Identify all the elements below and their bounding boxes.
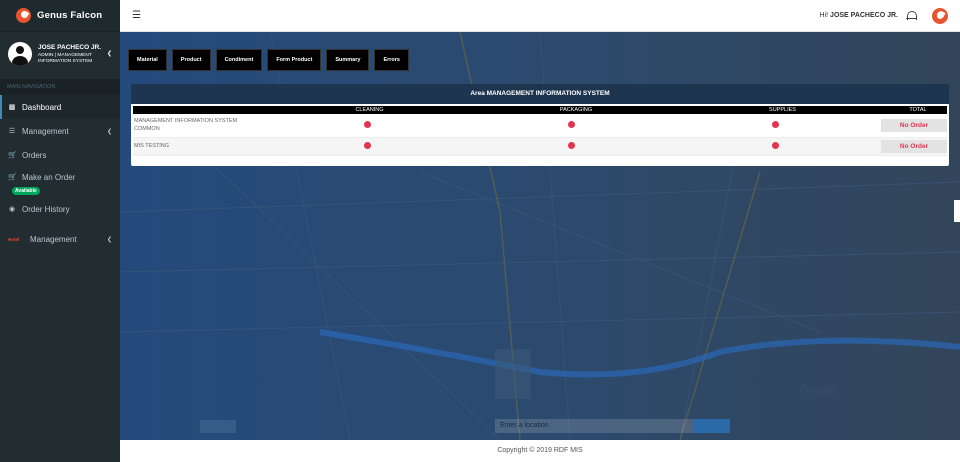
dashboard-icon: ▩ xyxy=(8,104,16,111)
avatar xyxy=(8,42,32,66)
tab-product[interactable]: Product xyxy=(171,49,211,71)
nav-section-header: MAIN NAVIGATION xyxy=(0,79,120,95)
status-dot-icon[interactable] xyxy=(772,121,780,128)
area-panel: Area MANAGEMENT INFORMATION SYSTEM CLEAN… xyxy=(131,84,949,166)
brand[interactable]: Genus Falcon xyxy=(0,0,120,32)
sidebar-item-label: Make an Order xyxy=(22,173,76,182)
side-toggle-tab[interactable] xyxy=(954,200,960,222)
user-panel: JOSE PACHECO JR. ADMIN | MANAGEMENT INFO… xyxy=(0,32,120,76)
table-header: CLEANING PACKAGING SUPPLIES TOTAL xyxy=(133,106,947,114)
sidebar-item-order-history[interactable]: ◉ Order History xyxy=(0,197,120,221)
hot-label-icon: Hotel xyxy=(8,236,20,242)
panel-title: Area MANAGEMENT INFORMATION SYSTEM xyxy=(131,84,949,104)
sidebar: Genus Falcon JOSE PACHECO JR. ADMIN | MA… xyxy=(0,0,120,462)
user-role: ADMIN | MANAGEMENT INFORMATION SYSTEM xyxy=(38,53,93,64)
falcon-logo-icon[interactable] xyxy=(932,7,948,24)
status-badge[interactable]: No Order xyxy=(881,140,948,153)
sidebar-item-label: Management xyxy=(22,126,69,136)
falcon-logo-icon xyxy=(16,8,31,23)
user-name: JOSE PACHECO JR. xyxy=(38,43,102,51)
footer: Copyright © 2019 RDF MIS xyxy=(120,440,960,462)
sidebar-item-orders[interactable]: 🛒 Orders xyxy=(0,143,120,167)
sidebar-item-make-order[interactable]: 🛒 Make an Order Available xyxy=(0,167,120,195)
column-header-packaging: PACKAGING xyxy=(559,107,593,113)
topbar: ☰ Hi! JOSE PACHECO JR. xyxy=(120,0,960,32)
tabs-row: Material Product Condiment Form Product … xyxy=(128,49,409,71)
map-search-input[interactable]: Enter a location xyxy=(495,419,695,433)
status-dot-icon[interactable] xyxy=(567,142,575,149)
table-row: MANAGEMENT INFORMATION SYSTEM COMMON No … xyxy=(133,114,948,138)
status-dot-icon[interactable] xyxy=(567,121,575,128)
status-badge[interactable]: No Order xyxy=(881,119,948,132)
tab-summary[interactable]: Summary xyxy=(326,49,370,71)
user-greeting: Hi! JOSE PACHECO JR. xyxy=(819,12,898,19)
map-control-button[interactable] xyxy=(200,420,236,433)
tab-condiment[interactable]: Condiment xyxy=(215,49,263,71)
sidebar-item-label: Order History xyxy=(22,204,70,214)
tab-material[interactable]: Material xyxy=(128,49,167,71)
bell-icon[interactable] xyxy=(906,10,917,21)
sidebar-item-label: Management xyxy=(30,234,77,244)
brand-name: Genus Falcon xyxy=(37,10,103,21)
cart-icon: 🛒 xyxy=(8,174,17,181)
status-dot-icon[interactable] xyxy=(363,142,371,149)
list-icon: ☰ xyxy=(8,128,16,135)
column-header-total: TOTAL xyxy=(909,107,927,113)
column-header xyxy=(133,106,263,114)
chevron-left-icon[interactable]: ❮ xyxy=(107,50,112,57)
sidebar-item-label: Dashboard xyxy=(22,102,62,112)
google-logo: Google xyxy=(800,384,836,396)
table-row: MIS TESTING No Order xyxy=(133,138,948,156)
sidebar-item-hotel-management[interactable]: Hotel Management ❮ xyxy=(0,227,120,251)
chevron-left-icon: ❮ xyxy=(106,128,112,135)
column-header-cleaning: CLEANING xyxy=(355,107,384,113)
chevron-left-icon: ❮ xyxy=(106,236,112,243)
column-header-supplies: SUPPLIES xyxy=(769,107,796,113)
main-content: Material Product Condiment Form Product … xyxy=(120,32,960,440)
available-badge: Available xyxy=(12,187,40,195)
history-icon: ◉ xyxy=(8,206,16,213)
area-name: MANAGEMENT INFORMATION SYSTEM COMMON xyxy=(134,117,238,132)
area-name: MIS TESTING xyxy=(134,142,170,149)
cart-icon: 🛒 xyxy=(8,152,17,159)
hamburger-menu-icon[interactable]: ☰ xyxy=(132,10,141,21)
status-dot-icon[interactable] xyxy=(363,121,371,128)
tab-errors[interactable]: Errors xyxy=(374,49,409,71)
sidebar-item-management[interactable]: ☰ Management ❮ xyxy=(0,119,120,143)
status-dot-icon[interactable] xyxy=(772,142,780,149)
sidebar-item-dashboard[interactable]: ▩ Dashboard xyxy=(0,95,120,119)
tab-form-product[interactable]: Form Product xyxy=(267,49,322,71)
map-search-button[interactable] xyxy=(694,419,730,433)
sidebar-item-label: Orders xyxy=(22,150,47,160)
